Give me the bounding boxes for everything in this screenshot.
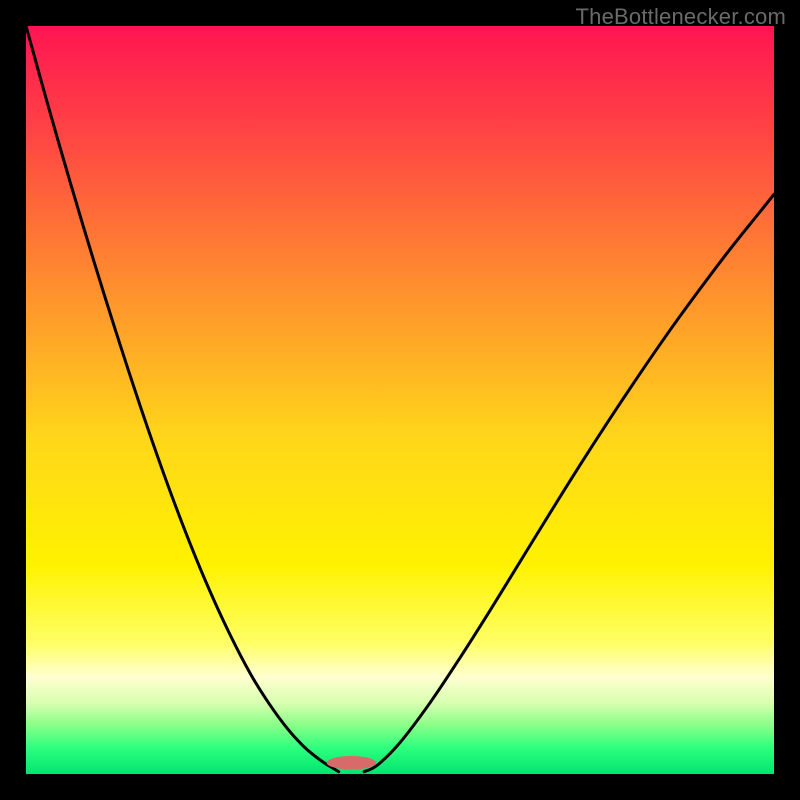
- chart-svg: [26, 26, 774, 774]
- minimum-marker: [327, 756, 376, 769]
- outer-frame: TheBottleneсker.com: [0, 0, 800, 800]
- plot-area: [26, 26, 774, 774]
